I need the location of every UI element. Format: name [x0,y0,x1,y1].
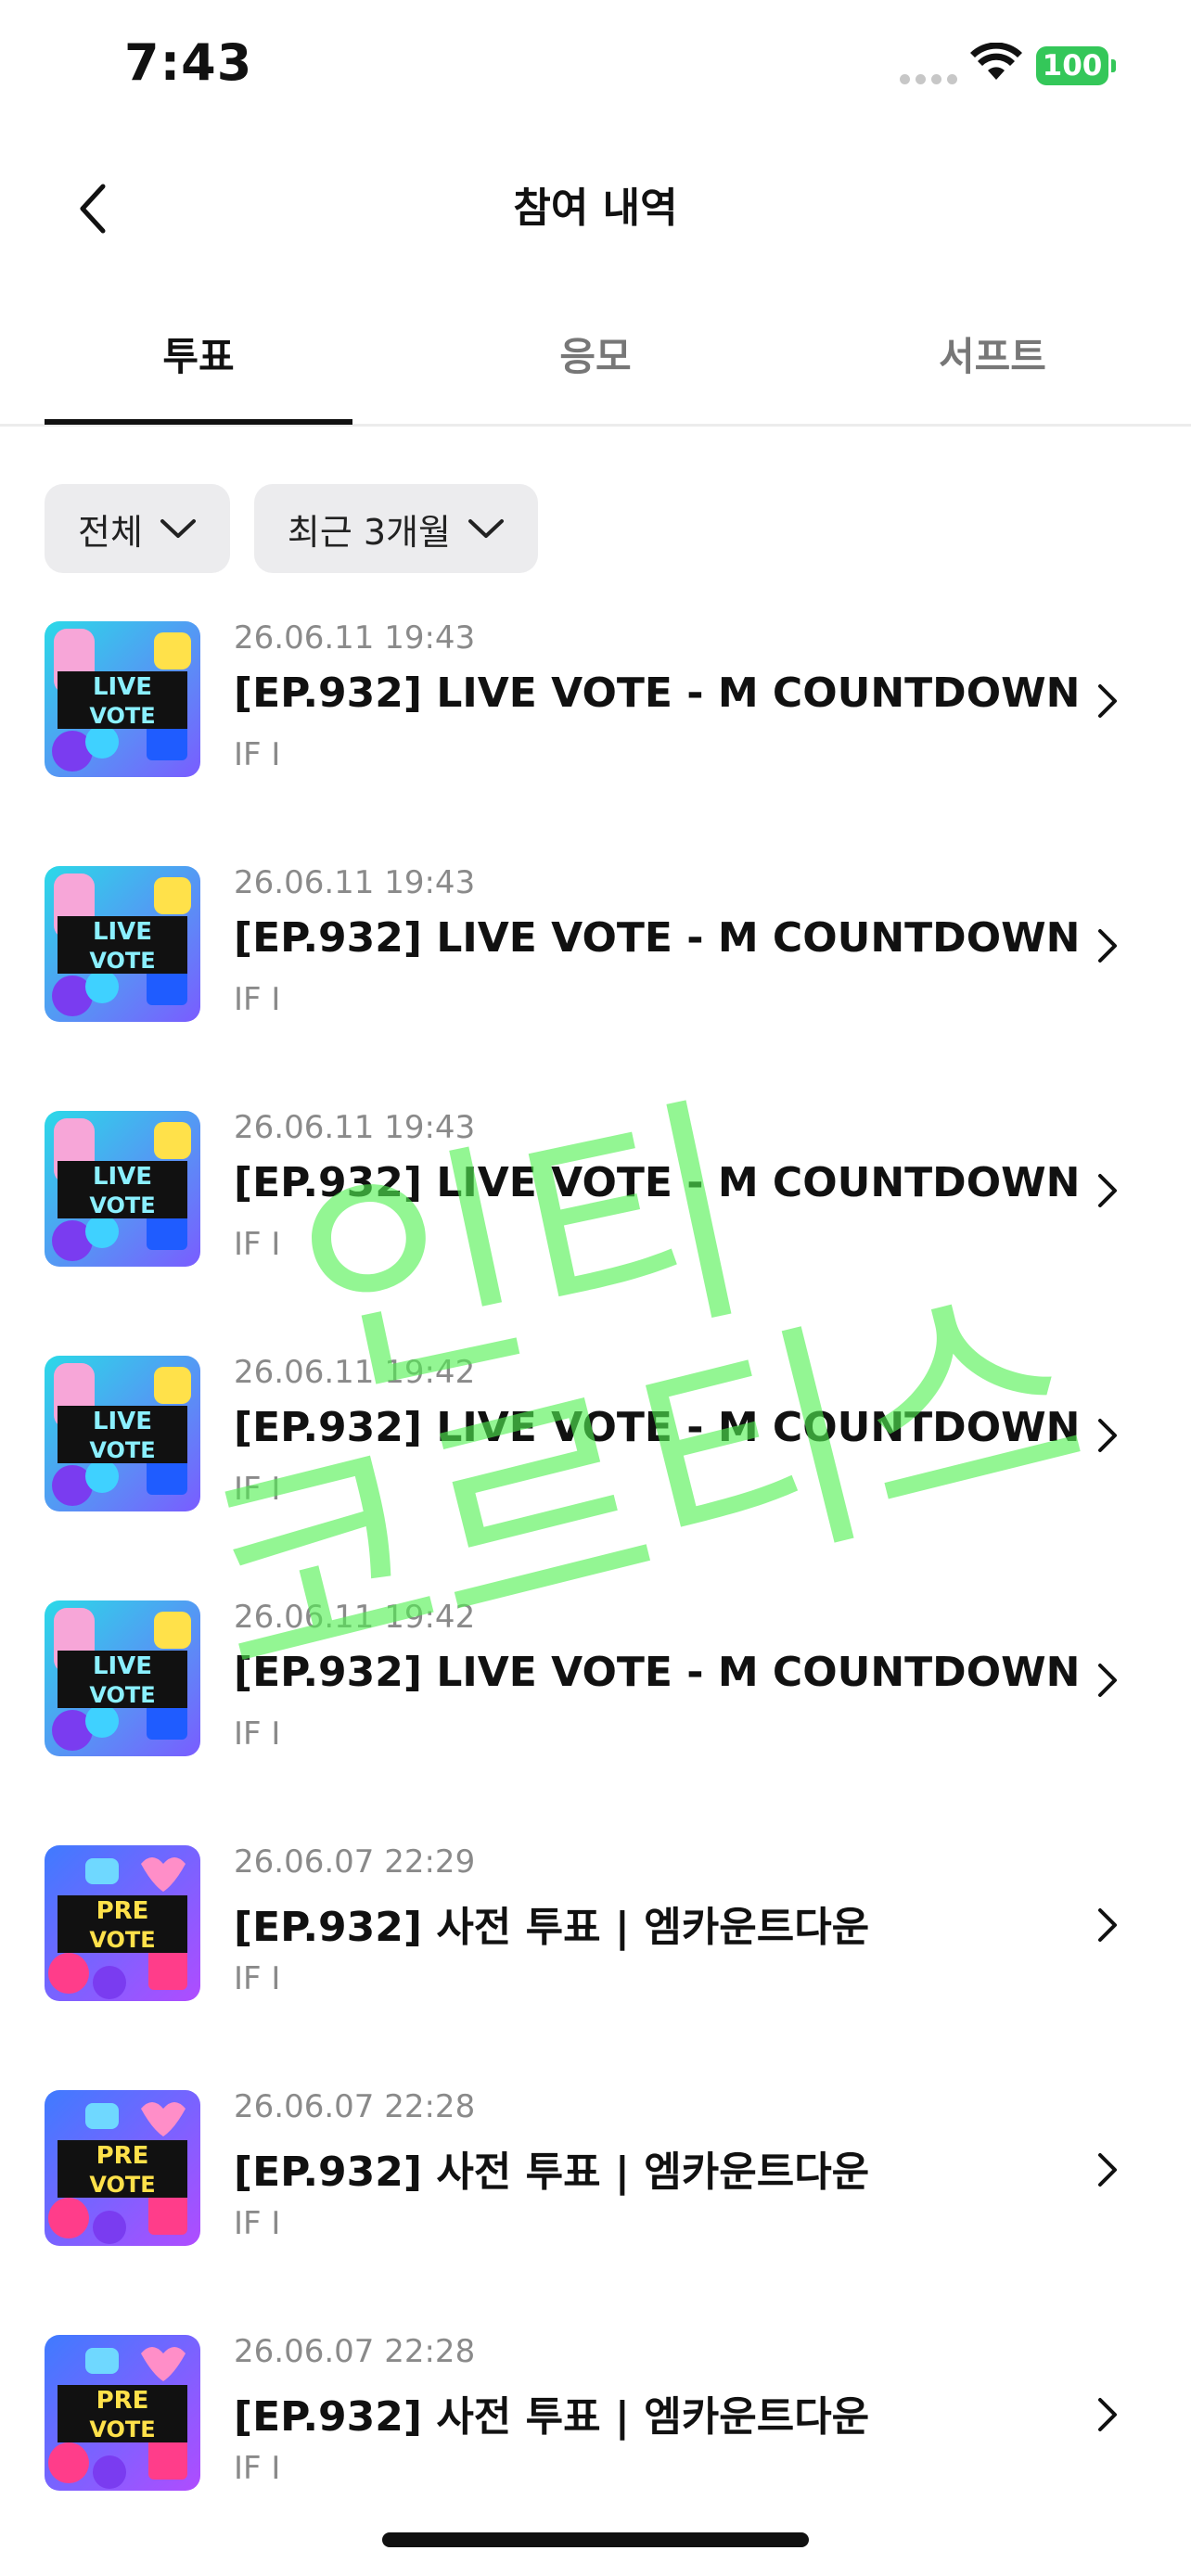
tab-entry[interactable]: 응모 [397,297,794,427]
chevron-right-icon [1098,929,1117,963]
thumbnail-text-line-1: PRE [96,1897,149,1925]
thumbnail-text-line-2: VOTE [89,2172,155,2198]
tab-entry-label: 응모 [559,334,632,379]
item-date: 26.06.11 19:43 [234,619,476,657]
item-title: [EP.932] 사전 투표 | 엠카운트다운 [234,1904,870,1951]
filter-bar: 전체 최근 3개월 [45,484,539,573]
battery-level: 100 [1042,49,1103,83]
page-title: 참여 내역 [513,185,678,232]
item-date: 26.06.07 22:29 [234,1843,476,1881]
item-title: [EP.932] 사전 투표 | 엠카운트다운 [234,2149,870,2196]
home-indicator[interactable] [382,2532,809,2547]
thumbnail-text-line-2: VOTE [89,1682,155,1708]
chevron-right-icon [1098,1664,1117,1697]
filter-category-label: 전체 [78,511,143,553]
thumbnail-text-line-1: PRE [96,2387,149,2415]
item-title: [EP.932] LIVE VOTE - M COUNTDOWN [234,1649,1081,1696]
item-artist: IF I [234,2205,281,2242]
cellular-signal-icon [900,74,957,84]
app-root: 7:43 100 참여 내역 투표 응모 서프트 전체 최근 3개월 LIVE … [0,0,1191,2576]
item-date: 26.06.07 22:28 [234,2088,476,2125]
tab-support[interactable]: 서프트 [794,297,1191,427]
live-vote-thumbnail: LIVE VOTE [45,1356,200,1511]
thumbnail-text-line-1: LIVE [93,1163,152,1191]
pre-vote-thumbnail: PRE VOTE [45,1845,200,2001]
item-date: 26.06.11 19:43 [234,1109,476,1146]
thumbnail-text-line-2: VOTE [89,1927,155,1953]
item-artist: IF I [234,1226,281,1263]
battery-icon: 100 [1036,46,1116,85]
pre-vote-thumbnail: PRE VOTE [45,2090,200,2246]
thumbnail-text-line-2: VOTE [89,1192,155,1218]
chevron-right-icon [1098,684,1117,718]
live-vote-thumbnail: LIVE VOTE [45,1600,200,1756]
header: 참여 내역 [0,153,1191,264]
thumbnail-text-line-1: LIVE [93,918,152,946]
vote-history-item[interactable]: LIVE VOTE 26.06.11 19:43 [EP.932] LIVE VOTE… [0,864,1191,1109]
item-artist: IF I [234,981,281,1018]
chevron-right-icon [1098,2153,1117,2187]
chevron-right-icon [1098,2398,1117,2431]
filter-period-label: 최근 3개월 [287,511,452,553]
live-vote-thumbnail: LIVE VOTE [45,1111,200,1267]
filter-period-dropdown[interactable]: 최근 3개월 [253,484,539,573]
item-title: [EP.932] LIVE VOTE - M COUNTDOWN [234,1404,1081,1451]
thumbnail-text-line-2: VOTE [89,703,155,729]
item-artist: IF I [234,1960,281,1997]
thumbnail-text-line-1: LIVE [93,673,152,701]
thumbnail-text-line-1: LIVE [93,1408,152,1435]
wifi-icon [970,43,1022,80]
item-date: 26.06.11 19:43 [234,864,476,901]
item-artist: IF I [234,1471,281,1508]
thumbnail-text-line-2: VOTE [89,2417,155,2442]
vote-history-item[interactable]: LIVE VOTE 26.06.11 19:42 [EP.932] LIVE VOTE… [0,1354,1191,1599]
chevron-down-icon [468,519,505,538]
thumbnail-text-line-1: PRE [96,2142,149,2170]
vote-history-item[interactable]: PRE VOTE 26.06.07 22:29 [EP.932] 사전 투표 | 엠카… [0,1843,1191,2088]
status-bar: 7:43 100 [0,0,1191,139]
item-title: [EP.932] LIVE VOTE - M COUNTDOWN [234,914,1081,962]
thumbnail-text-line-2: VOTE [89,948,155,974]
item-artist: IF I [234,736,281,773]
item-title: [EP.932] 사전 투표 | 엠카운트다운 [234,2393,870,2441]
chevron-right-icon [1098,1419,1117,1452]
item-date: 26.06.11 19:42 [234,1599,476,1636]
vote-history-item[interactable]: PRE VOTE 26.06.07 22:28 [EP.932] 사전 투표 | 엠카… [0,2088,1191,2333]
item-title: [EP.932] LIVE VOTE - M COUNTDOWN [234,670,1081,717]
chevron-right-icon [1098,1174,1117,1207]
tab-vote[interactable]: 투표 [0,297,397,427]
vote-history-list: LIVE VOTE 26.06.11 19:43 [EP.932] LIVE VOTE… [0,619,1191,2576]
live-vote-thumbnail: LIVE VOTE [45,621,200,777]
vote-history-item[interactable]: LIVE VOTE 26.06.11 19:43 [EP.932] LIVE VOTE… [0,1109,1191,1354]
vote-history-item[interactable]: LIVE VOTE 26.06.11 19:43 [EP.932] LIVE VOTE… [0,619,1191,864]
chevron-down-icon [160,519,196,538]
chevron-left-icon [80,184,106,234]
back-button[interactable] [56,172,130,246]
thumbnail-text-line-2: VOTE [89,1437,155,1463]
tab-bar: 투표 응모 서프트 [0,297,1191,427]
filter-category-dropdown[interactable]: 전체 [45,484,230,573]
pre-vote-thumbnail: PRE VOTE [45,2335,200,2491]
item-title: [EP.932] LIVE VOTE - M COUNTDOWN [234,1159,1081,1206]
item-artist: IF I [234,1715,281,1753]
item-artist: IF I [234,2450,281,2487]
status-time: 7:43 [124,33,253,92]
live-vote-thumbnail: LIVE VOTE [45,866,200,1022]
item-date: 26.06.11 19:42 [234,1354,476,1391]
item-date: 26.06.07 22:28 [234,2333,476,2370]
tab-support-label: 서프트 [939,334,1046,379]
active-tab-indicator [45,419,352,425]
thumbnail-text-line-1: LIVE [93,1652,152,1680]
chevron-right-icon [1098,1908,1117,1942]
vote-history-item[interactable]: LIVE VOTE 26.06.11 19:42 [EP.932] LIVE VOTE… [0,1599,1191,1843]
tab-vote-label: 투표 [162,334,235,379]
